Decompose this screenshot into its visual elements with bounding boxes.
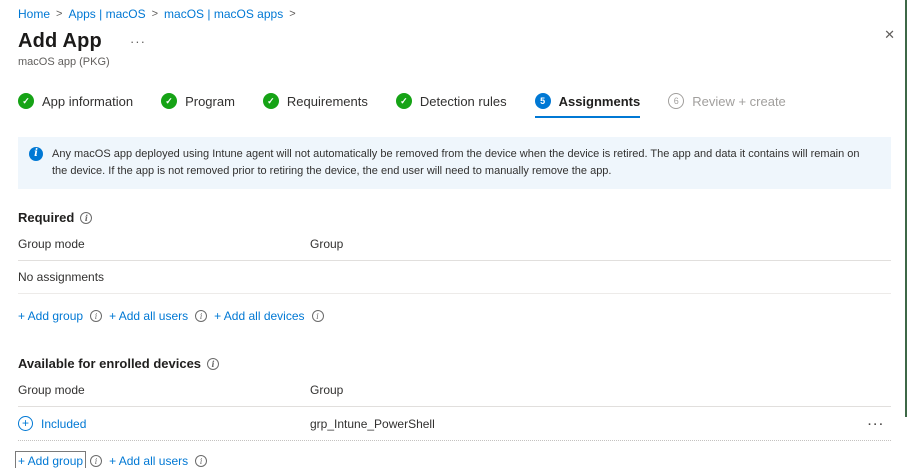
group-name: grp_Intune_PowerShell [310, 417, 847, 431]
tab-detection-rules[interactable]: ✓ Detection rules [396, 93, 507, 118]
step-number-badge: 5 [535, 93, 551, 109]
add-group-link[interactable]: + Add group [18, 454, 83, 468]
step-complete-icon: ✓ [18, 93, 34, 109]
breadcrumb-home[interactable]: Home [18, 7, 50, 21]
close-icon[interactable]: ✕ [884, 27, 895, 43]
tab-requirements[interactable]: ✓ Requirements [263, 93, 368, 118]
required-links: + Add group + Add all users + Add all de… [18, 309, 891, 323]
column-header-group-mode: Group mode [18, 237, 310, 251]
step-complete-icon: ✓ [263, 93, 279, 109]
breadcrumb-macos-apps[interactable]: macOS | macOS apps [164, 7, 283, 21]
wizard-steps: ✓ App information ✓ Program ✓ Requiremen… [18, 93, 891, 118]
add-group-info-icon[interactable] [90, 310, 102, 322]
available-info-icon[interactable] [207, 358, 219, 370]
required-assignments-table: Group mode Group No assignments [18, 225, 891, 294]
required-section-title: Required [18, 210, 74, 225]
available-links: + Add group + Add all users [18, 454, 891, 468]
add-all-devices-link[interactable]: + Add all devices [214, 309, 304, 323]
tab-label: Requirements [287, 94, 368, 109]
tab-program[interactable]: ✓ Program [161, 93, 235, 118]
step-number-badge: 6 [668, 93, 684, 109]
breadcrumb-separator: > [56, 8, 62, 20]
table-row: Included grp_Intune_PowerShell ··· [18, 407, 891, 441]
add-all-users-info-icon[interactable] [195, 310, 207, 322]
plus-circle-icon [18, 416, 33, 431]
step-complete-icon: ✓ [161, 93, 177, 109]
add-all-users-link[interactable]: + Add all users [109, 309, 188, 323]
tab-app-information[interactable]: ✓ App information [18, 93, 133, 118]
available-section-title: Available for enrolled devices [18, 356, 201, 371]
column-header-group-mode: Group mode [18, 383, 310, 397]
title-more-options-icon[interactable]: ··· [130, 37, 146, 47]
column-header-group: Group [310, 383, 847, 397]
available-assignments-table: Group mode Group Included grp_Intune_Pow… [18, 371, 891, 441]
tab-label: Review + create [692, 94, 786, 109]
add-group-link[interactable]: + Add group [18, 309, 83, 323]
tab-assignments[interactable]: 5 Assignments [535, 93, 641, 118]
info-banner: i Any macOS app deployed using Intune ag… [18, 137, 891, 189]
step-complete-icon: ✓ [396, 93, 412, 109]
row-more-options-icon[interactable]: ··· [868, 419, 885, 431]
tab-label: App information [42, 94, 133, 109]
tab-label: Detection rules [420, 94, 507, 109]
empty-assignments-text: No assignments [18, 270, 310, 284]
info-icon: i [29, 147, 43, 161]
breadcrumb-separator: > [152, 8, 158, 20]
breadcrumb: Home > Apps | macOS > macOS | macOS apps… [18, 7, 891, 21]
tab-review-create: 6 Review + create [668, 93, 786, 118]
column-header-group: Group [310, 237, 891, 251]
breadcrumb-apps-macos[interactable]: Apps | macOS [68, 7, 145, 21]
info-banner-text: Any macOS app deployed using Intune agen… [52, 146, 865, 180]
group-mode-value: Included [41, 417, 86, 431]
breadcrumb-separator: > [289, 8, 295, 20]
page-title: Add App [18, 30, 102, 53]
add-app-panel: Home > Apps | macOS > macOS | macOS apps… [0, 0, 907, 417]
required-info-icon[interactable] [80, 212, 92, 224]
tab-label: Program [185, 94, 235, 109]
add-all-devices-info-icon[interactable] [312, 310, 324, 322]
add-group-info-icon[interactable] [90, 455, 102, 467]
page-subtitle: macOS app (PKG) [18, 56, 891, 68]
tab-label: Assignments [559, 94, 641, 109]
add-all-users-info-icon[interactable] [195, 455, 207, 467]
included-group-mode[interactable]: Included [18, 416, 86, 431]
add-all-users-link[interactable]: + Add all users [109, 454, 188, 468]
